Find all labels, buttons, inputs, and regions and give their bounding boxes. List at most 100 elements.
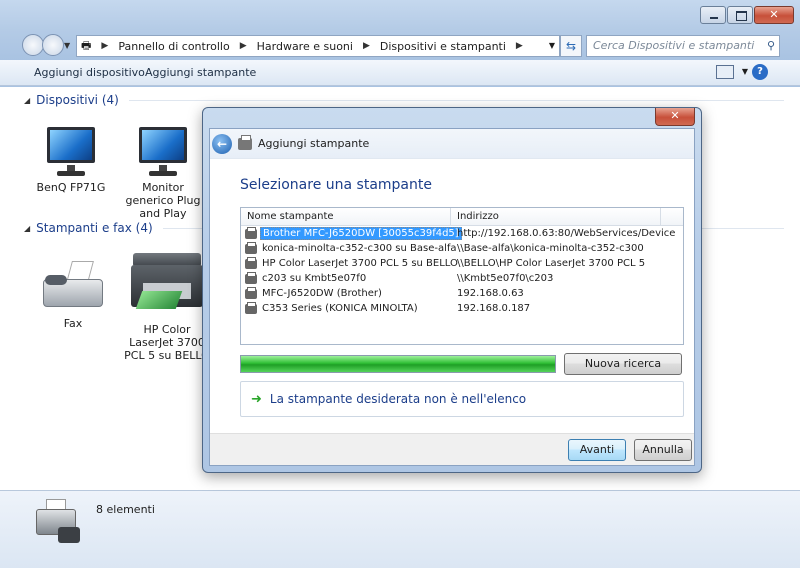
- fax-icon: [41, 257, 105, 313]
- monitor-icon: [135, 127, 191, 177]
- add-printer-button[interactable]: Aggiungi stampante: [145, 66, 256, 79]
- printer-address: \\Kmbt5e07f0\c203: [457, 273, 554, 284]
- printer-name-cell: C353 Series (KONICA MINOLTA): [241, 301, 451, 314]
- printer-list-header: Nome stampante Indirizzo: [241, 208, 683, 226]
- device-benq-monitor[interactable]: BenQ FP71G: [26, 127, 116, 194]
- breadcrumb-chevron-icon[interactable]: ▶: [101, 41, 108, 51]
- not-listed-text: La stampante desiderata non è nell'elenc…: [269, 392, 527, 406]
- command-bar: Aggiungi dispositivo Aggiungi stampante …: [0, 60, 800, 86]
- forward-button[interactable]: [42, 34, 64, 56]
- group-devices-header[interactable]: ◢ Dispositivi (4): [24, 93, 784, 107]
- printer-icon: [245, 301, 257, 314]
- cancel-button[interactable]: Annulla: [634, 439, 692, 461]
- printer-row[interactable]: konica-minolta-c352-c300 su Base-alfa \\B…: [241, 241, 683, 256]
- address-dropdown-icon[interactable]: ▼: [549, 41, 555, 50]
- device-label: Monitor generico Plug and Play: [125, 181, 201, 220]
- view-options-icon[interactable]: [716, 65, 734, 79]
- collapse-triangle-icon[interactable]: ◢: [24, 224, 30, 233]
- help-icon[interactable]: ?: [752, 64, 768, 80]
- devices-printers-icon: [36, 499, 80, 549]
- printer-icon: [245, 256, 257, 269]
- device-generic-monitor[interactable]: Monitor generico Plug and Play: [118, 127, 208, 220]
- group-printers-title: Stampanti e fax (4): [36, 221, 153, 235]
- printer-name-cell: MFC-J6520DW (Brother): [241, 286, 451, 299]
- device-label: BenQ FP71G: [36, 181, 106, 194]
- search-placeholder: Cerca Dispositivi e stampanti: [593, 39, 755, 52]
- breadcrumb-hardware[interactable]: Hardware e suoni: [257, 40, 353, 53]
- printer-row[interactable]: c203 su Kmbt5e07f0 \\Kmbt5e07f0\c203: [241, 271, 683, 286]
- device-hp-printer[interactable]: HP Color LaserJet 3700 PCL 5 su BELLO: [122, 253, 212, 362]
- printer-row[interactable]: C353 Series (KONICA MINOLTA) 192.168.0.18…: [241, 301, 683, 316]
- search-input[interactable]: Cerca Dispositivi e stampanti ⚲: [586, 35, 780, 57]
- breadcrumb-devices-printers[interactable]: Dispositivi e stampanti: [380, 40, 506, 53]
- close-button[interactable]: [754, 6, 794, 24]
- back-button[interactable]: [22, 34, 44, 56]
- dialog-heading: Selezionare una stampante: [240, 177, 432, 193]
- printer-icon: [245, 241, 257, 254]
- control-panel-icon: 🖶: [81, 38, 92, 52]
- search-icon[interactable]: ⚲: [767, 36, 775, 56]
- column-address[interactable]: Indirizzo: [451, 208, 661, 225]
- add-printer-dialog: ✕ ← Aggiungi stampante Selezionare una s…: [202, 107, 702, 473]
- monitor-icon: [43, 127, 99, 177]
- navigation-bar: ▼ 🖶 ▶ Pannello di controllo ▶ Hardware e…: [0, 32, 800, 58]
- next-button[interactable]: Avanti: [568, 439, 626, 461]
- group-devices-title: Dispositivi (4): [36, 93, 119, 107]
- view-dropdown-icon[interactable]: ▼: [742, 67, 748, 76]
- printer-name: HP Color LaserJet 3700 PCL 5 su BELLO: [262, 258, 458, 269]
- dialog-header: ← Aggiungi stampante: [210, 129, 694, 159]
- search-progress-fill: [241, 356, 555, 372]
- printer-row[interactable]: MFC-J6520DW (Brother) 192.168.0.63: [241, 286, 683, 301]
- collapse-triangle-icon[interactable]: ◢: [24, 96, 30, 105]
- back-arrow-icon[interactable]: ←: [212, 134, 232, 154]
- refresh-icon: ⇆: [565, 39, 577, 53]
- printer-name: MFC-J6520DW (Brother): [262, 288, 382, 299]
- column-extra: [661, 208, 683, 225]
- item-count: 8 elementi: [96, 503, 155, 516]
- details-pane: 8 elementi: [0, 490, 800, 568]
- printer-icon: [238, 135, 252, 150]
- printer-not-listed-link[interactable]: ➜ La stampante desiderata non è nell'ele…: [240, 381, 684, 417]
- minimize-button[interactable]: [700, 6, 726, 24]
- refresh-button[interactable]: ⇆: [560, 35, 582, 57]
- printer-address: \\BELLO\HP Color LaserJet 3700 PCL 5: [457, 258, 646, 269]
- printer-icon: [129, 253, 205, 319]
- printer-name: c203 su Kmbt5e07f0: [262, 273, 367, 284]
- breadcrumb-chevron-icon[interactable]: ▶: [363, 41, 370, 51]
- dialog-title: Aggiungi stampante: [258, 137, 370, 150]
- breadcrumb-chevron-icon[interactable]: ▶: [240, 41, 247, 51]
- printer-address: \\Base-alfa\konica-minolta-c352-c300: [457, 243, 644, 254]
- group-divider: [128, 99, 784, 101]
- printer-icon: [245, 286, 257, 299]
- printer-row[interactable]: HP Color LaserJet 3700 PCL 5 su BELLO \\B…: [241, 256, 683, 271]
- maximize-button[interactable]: [727, 6, 753, 24]
- printer-list[interactable]: Nome stampante Indirizzo Brother MFC-J65…: [240, 207, 684, 345]
- printer-address: 192.168.0.63: [457, 288, 524, 299]
- address-bar[interactable]: 🖶 ▶ Pannello di controllo ▶ Hardware e s…: [76, 35, 560, 57]
- dialog-close-button[interactable]: ✕: [655, 108, 695, 126]
- printer-name-cell: c203 su Kmbt5e07f0: [241, 271, 451, 284]
- printer-icon: [245, 226, 257, 239]
- add-device-button[interactable]: Aggiungi dispositivo: [34, 66, 145, 79]
- recent-pages-chevron-icon[interactable]: ▼: [64, 41, 70, 50]
- device-fax[interactable]: Fax: [28, 257, 118, 330]
- search-again-button[interactable]: Nuova ricerca: [564, 353, 682, 375]
- device-label: Fax: [63, 317, 83, 330]
- printer-name-cell: HP Color LaserJet 3700 PCL 5 su BELLO: [241, 256, 458, 269]
- printer-name-cell: Brother MFC-J6520DW [30055c39f4d5]: [241, 226, 462, 240]
- printer-name: Brother MFC-J6520DW [30055c39f4d5]: [260, 227, 462, 240]
- breadcrumb-control-panel[interactable]: Pannello di controllo: [118, 40, 229, 53]
- printer-name-cell: konica-minolta-c352-c300 su Base-alfa: [241, 241, 457, 254]
- dialog-body: ← Aggiungi stampante Selezionare una sta…: [209, 128, 695, 466]
- window-caption-buttons: [699, 6, 794, 24]
- dialog-footer: Avanti Annulla: [210, 433, 694, 465]
- column-printer-name[interactable]: Nome stampante: [241, 208, 451, 225]
- printer-address: 192.168.0.187: [457, 303, 531, 314]
- breadcrumb-chevron-icon[interactable]: ▶: [516, 41, 523, 51]
- printer-row[interactable]: Brother MFC-J6520DW [30055c39f4d5] http:/…: [241, 226, 683, 241]
- green-arrow-icon: ➜: [251, 391, 262, 407]
- printer-name: C353 Series (KONICA MINOLTA): [262, 303, 418, 314]
- printer-icon: [245, 271, 257, 284]
- printer-address: http://192.168.0.63:80/WebServices/Devic…: [457, 228, 676, 239]
- printer-name: konica-minolta-c352-c300 su Base-alfa: [262, 243, 457, 254]
